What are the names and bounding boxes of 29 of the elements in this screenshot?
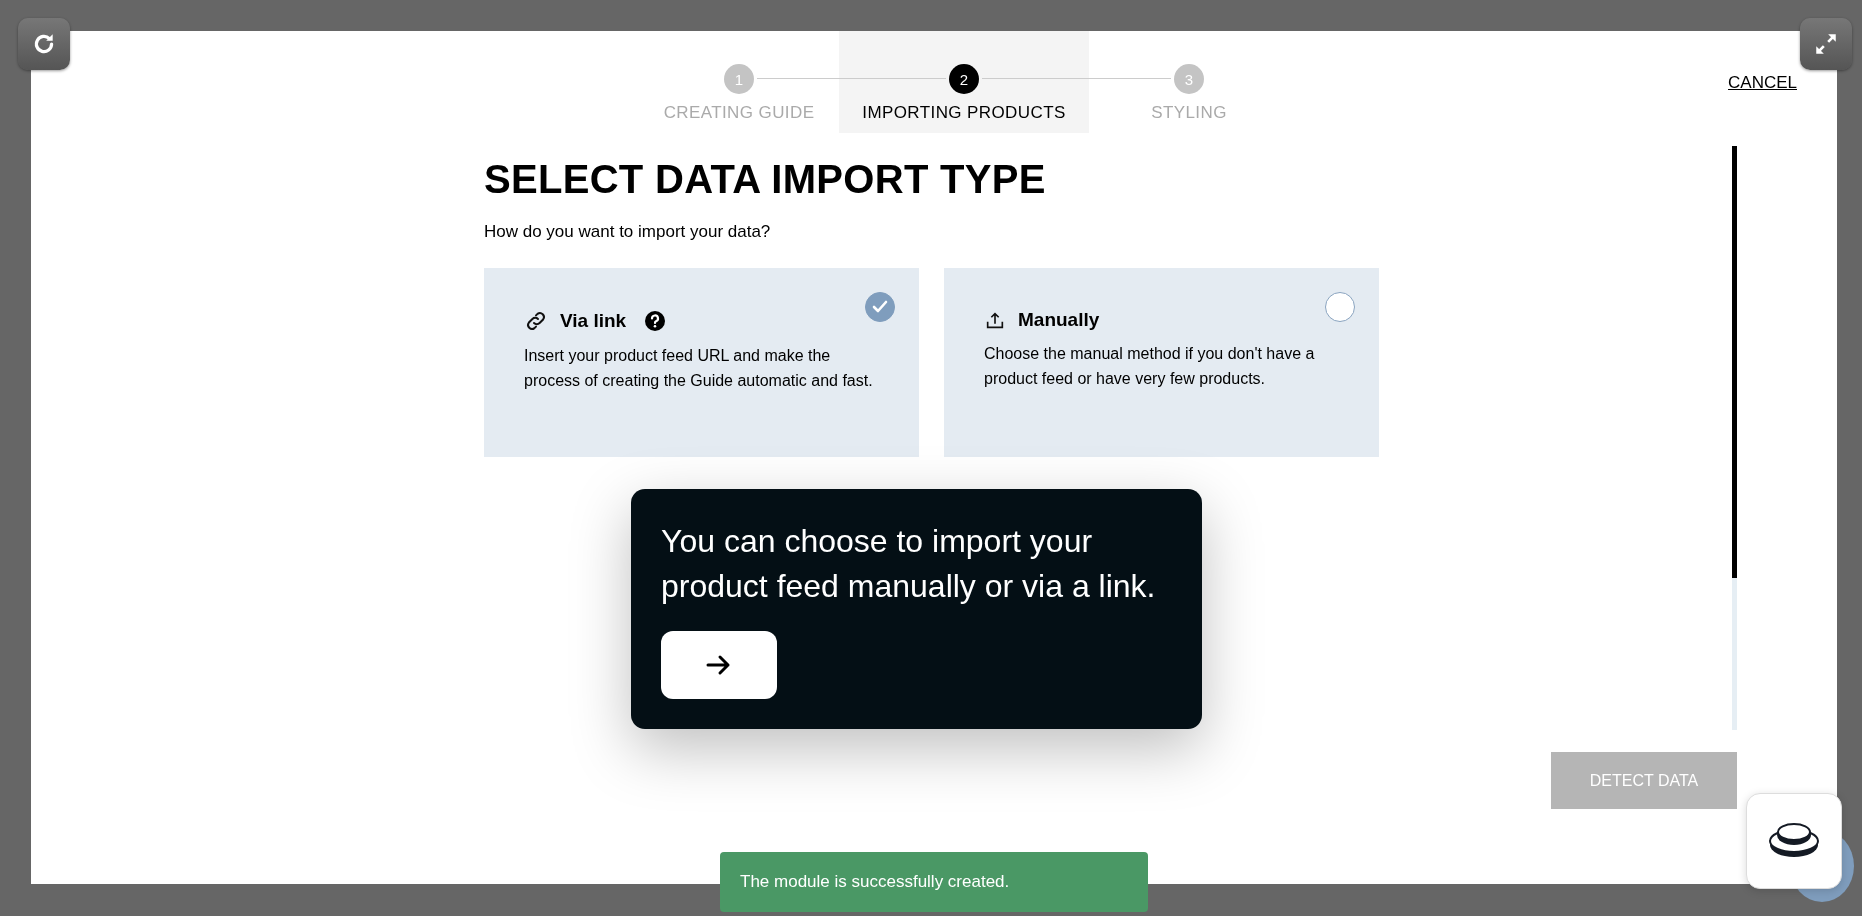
next-button[interactable] xyxy=(661,631,777,699)
option-title: Manually xyxy=(1018,309,1100,331)
radio-button[interactable] xyxy=(1325,292,1355,322)
option-card[interactable]: Via link Insert your product feed URL and make the process of creating the Guide automatic and fast. xyxy=(484,268,919,457)
toast-message: The module is successfully created. xyxy=(740,872,1010,892)
step-number: 1 xyxy=(724,64,754,94)
cancel-link[interactable]: CANCEL xyxy=(1728,73,1797,93)
reload-button[interactable] xyxy=(18,18,70,70)
expand-button[interactable] xyxy=(1800,18,1852,70)
tooltip-text: You can choose to import your product feed manually or via a link. xyxy=(661,522,1157,606)
subtitle: How do you want to import your data? xyxy=(484,222,772,242)
check-icon xyxy=(872,300,888,314)
step-tab[interactable]: 2 IMPORTING PRODUCTS xyxy=(839,31,1089,133)
step-number: 2 xyxy=(949,64,979,94)
option-card[interactable]: Manually Choose the manual method if you don't have a product feed or have very few products. xyxy=(944,268,1379,457)
option-title: Via link xyxy=(560,310,627,332)
step-label: IMPORTING PRODUCTS xyxy=(862,103,1066,123)
option-description: Insert your product feed URL and make the process of creating the Guide automatic and fast. xyxy=(524,346,874,391)
option-description: Choose the manual method if you don't have a product feed or have very few products. xyxy=(984,344,1316,389)
expand-icon xyxy=(1813,31,1839,57)
step-label: STYLING xyxy=(1151,103,1227,123)
link-icon xyxy=(524,309,548,333)
chat-widget-button[interactable] xyxy=(1746,793,1842,889)
radio-button[interactable] xyxy=(865,292,895,322)
step-label: CREATING GUIDE xyxy=(663,103,815,123)
step-number: 3 xyxy=(1174,64,1204,94)
help-icon[interactable] xyxy=(644,310,667,332)
page-heading: SELECT DATA IMPORT TYPE xyxy=(484,157,1047,202)
scrollbar[interactable] xyxy=(1732,146,1737,730)
